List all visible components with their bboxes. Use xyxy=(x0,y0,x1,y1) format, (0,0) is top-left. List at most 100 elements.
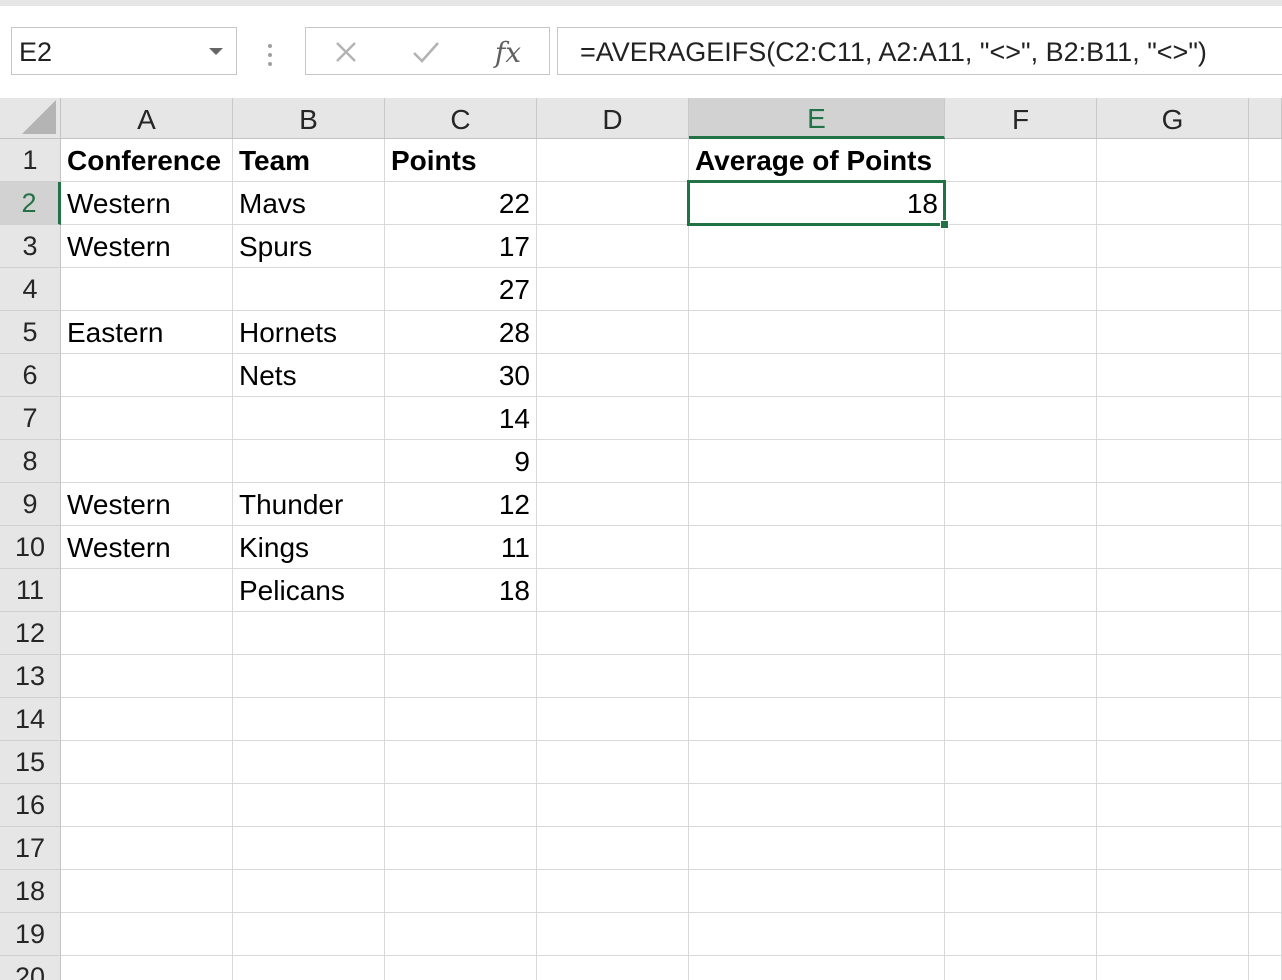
cell-b8[interactable] xyxy=(233,440,385,483)
cell-c3[interactable]: 17 xyxy=(385,225,537,268)
cell-d4[interactable] xyxy=(537,268,689,311)
cell-f9[interactable] xyxy=(945,483,1097,526)
cell-g10[interactable] xyxy=(1097,526,1249,569)
cell-d9[interactable] xyxy=(537,483,689,526)
cell-d16[interactable] xyxy=(537,784,689,827)
row-header-4[interactable]: 4 xyxy=(0,268,61,311)
cell-g14[interactable] xyxy=(1097,698,1249,741)
cell-e11[interactable] xyxy=(689,569,945,612)
cell-f2[interactable] xyxy=(945,182,1097,225)
cell-d11[interactable] xyxy=(537,569,689,612)
cell-d5[interactable] xyxy=(537,311,689,354)
cell-c5[interactable]: 28 xyxy=(385,311,537,354)
cell-a1[interactable]: Conference xyxy=(61,139,233,182)
column-header-f[interactable]: F xyxy=(945,98,1097,139)
cell-f7[interactable] xyxy=(945,397,1097,440)
select-all-button[interactable] xyxy=(0,98,61,139)
cell-b17[interactable] xyxy=(233,827,385,870)
column-header-c[interactable]: C xyxy=(385,98,537,139)
cell-f18[interactable] xyxy=(945,870,1097,913)
cell-g18[interactable] xyxy=(1097,870,1249,913)
row-header-11[interactable]: 11 xyxy=(0,569,61,612)
column-header-b[interactable]: B xyxy=(233,98,385,139)
cell-f5[interactable] xyxy=(945,311,1097,354)
cell-a3[interactable]: Western xyxy=(61,225,233,268)
cell-e5[interactable] xyxy=(689,311,945,354)
row-header-7[interactable]: 7 xyxy=(0,397,61,440)
cell-f3[interactable] xyxy=(945,225,1097,268)
column-header-g[interactable]: G xyxy=(1097,98,1249,139)
cell-g6[interactable] xyxy=(1097,354,1249,397)
row-header-12[interactable]: 12 xyxy=(0,612,61,655)
cell-c16[interactable] xyxy=(385,784,537,827)
cell-f19[interactable] xyxy=(945,913,1097,956)
cell-c17[interactable] xyxy=(385,827,537,870)
cell-c1[interactable]: Points xyxy=(385,139,537,182)
cell-e10[interactable] xyxy=(689,526,945,569)
cell-c11[interactable]: 18 xyxy=(385,569,537,612)
row-header-1[interactable]: 1 xyxy=(0,139,61,182)
cell-g9[interactable] xyxy=(1097,483,1249,526)
cell-a14[interactable] xyxy=(61,698,233,741)
cell-g16[interactable] xyxy=(1097,784,1249,827)
row-header-15[interactable]: 15 xyxy=(0,741,61,784)
cell-f12[interactable] xyxy=(945,612,1097,655)
cell-c9[interactable]: 12 xyxy=(385,483,537,526)
cell-d18[interactable] xyxy=(537,870,689,913)
cell-f20[interactable] xyxy=(945,956,1097,980)
cell-d15[interactable] xyxy=(537,741,689,784)
cell-g8[interactable] xyxy=(1097,440,1249,483)
row-header-6[interactable]: 6 xyxy=(0,354,61,397)
cell-d14[interactable] xyxy=(537,698,689,741)
cell-d3[interactable] xyxy=(537,225,689,268)
cell-c10[interactable]: 11 xyxy=(385,526,537,569)
cell-f17[interactable] xyxy=(945,827,1097,870)
cell-a5[interactable]: Eastern xyxy=(61,311,233,354)
cell-g13[interactable] xyxy=(1097,655,1249,698)
row-header-20[interactable]: 20 xyxy=(0,956,61,980)
cell-g4[interactable] xyxy=(1097,268,1249,311)
cell-g20[interactable] xyxy=(1097,956,1249,980)
cell-a7[interactable] xyxy=(61,397,233,440)
cell-b20[interactable] xyxy=(233,956,385,980)
cell-b15[interactable] xyxy=(233,741,385,784)
cell-c12[interactable] xyxy=(385,612,537,655)
cell-e3[interactable] xyxy=(689,225,945,268)
cell-b12[interactable] xyxy=(233,612,385,655)
fill-handle[interactable] xyxy=(940,220,949,229)
row-header-9[interactable]: 9 xyxy=(0,483,61,526)
cell-b16[interactable] xyxy=(233,784,385,827)
cell-c2[interactable]: 22 xyxy=(385,182,537,225)
close-icon[interactable] xyxy=(322,32,370,72)
cell-b13[interactable] xyxy=(233,655,385,698)
cell-g5[interactable] xyxy=(1097,311,1249,354)
column-header-e[interactable]: E xyxy=(689,98,945,139)
cell-g19[interactable] xyxy=(1097,913,1249,956)
column-header-d[interactable]: D xyxy=(537,98,689,139)
cell-e9[interactable] xyxy=(689,483,945,526)
cell-f13[interactable] xyxy=(945,655,1097,698)
cell-e4[interactable] xyxy=(689,268,945,311)
cell-b14[interactable] xyxy=(233,698,385,741)
cell-e18[interactable] xyxy=(689,870,945,913)
cell-a8[interactable] xyxy=(61,440,233,483)
cell-b2[interactable]: Mavs xyxy=(233,182,385,225)
cell-a18[interactable] xyxy=(61,870,233,913)
cell-e1[interactable]: Average of Points xyxy=(689,139,945,182)
cell-f6[interactable] xyxy=(945,354,1097,397)
cell-c8[interactable]: 9 xyxy=(385,440,537,483)
cell-e20[interactable] xyxy=(689,956,945,980)
cell-a16[interactable] xyxy=(61,784,233,827)
cell-c20[interactable] xyxy=(385,956,537,980)
cell-c18[interactable] xyxy=(385,870,537,913)
cell-c13[interactable] xyxy=(385,655,537,698)
cell-b6[interactable]: Nets xyxy=(233,354,385,397)
cell-d19[interactable] xyxy=(537,913,689,956)
cell-a10[interactable]: Western xyxy=(61,526,233,569)
cell-f14[interactable] xyxy=(945,698,1097,741)
cell-g3[interactable] xyxy=(1097,225,1249,268)
cell-f1[interactable] xyxy=(945,139,1097,182)
row-header-10[interactable]: 10 xyxy=(0,526,61,569)
cell-d2[interactable] xyxy=(537,182,689,225)
row-header-2[interactable]: 2 xyxy=(0,182,61,225)
